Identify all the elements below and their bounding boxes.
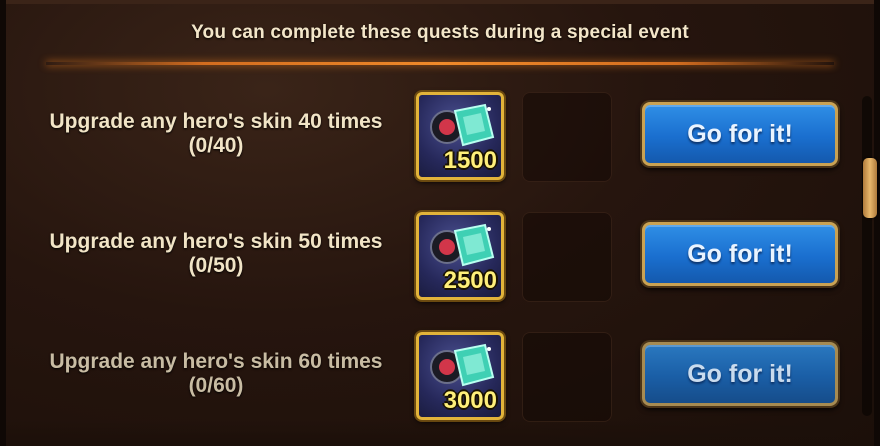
scrollbar-thumb[interactable] xyxy=(863,158,877,218)
quest-progress: (0/60) xyxy=(188,374,244,397)
reward-amount: 2500 xyxy=(443,267,497,294)
empty-reward-slot xyxy=(522,332,612,422)
quest-row: Upgrade any hero's skin 60 times (0/60) … xyxy=(6,320,844,430)
go-for-it-button[interactable]: Go for it! xyxy=(642,342,838,406)
quest-panel: You can complete these quests during a s… xyxy=(0,0,880,446)
go-for-it-button[interactable]: Go for it! xyxy=(642,222,838,286)
quest-description: Upgrade any hero's skin 60 times xyxy=(49,350,383,373)
quest-progress: (0/50) xyxy=(188,254,244,277)
reward-amount: 3000 xyxy=(443,387,497,414)
quest-description-block: Upgrade any hero's skin 60 times (0/60) xyxy=(36,350,396,398)
quest-progress: (0/40) xyxy=(188,134,244,157)
panel-title: You can complete these quests during a s… xyxy=(191,22,689,43)
scrollbar-track[interactable] xyxy=(862,96,872,416)
reward-slot[interactable]: 2500 xyxy=(416,212,504,300)
quest-description: Upgrade any hero's skin 50 times xyxy=(49,230,383,253)
reward-slot[interactable]: 3000 xyxy=(416,332,504,420)
quest-row: Upgrade any hero's skin 40 times (0/40) … xyxy=(6,80,844,190)
reward-amount: 1500 xyxy=(443,147,497,174)
quest-list[interactable]: Upgrade any hero's skin 40 times (0/40) … xyxy=(6,80,844,446)
panel-header: You can complete these quests during a s… xyxy=(6,0,874,65)
quest-row: Upgrade any hero's skin 50 times (0/50) … xyxy=(6,200,844,310)
go-for-it-button[interactable]: Go for it! xyxy=(642,102,838,166)
quest-description-block: Upgrade any hero's skin 50 times (0/50) xyxy=(36,230,396,278)
header-divider xyxy=(46,62,834,65)
empty-reward-slot xyxy=(522,212,612,302)
quest-description: Upgrade any hero's skin 40 times xyxy=(49,110,383,133)
empty-reward-slot xyxy=(522,92,612,182)
quest-description-block: Upgrade any hero's skin 40 times (0/40) xyxy=(36,110,396,158)
reward-slot[interactable]: 1500 xyxy=(416,92,504,180)
